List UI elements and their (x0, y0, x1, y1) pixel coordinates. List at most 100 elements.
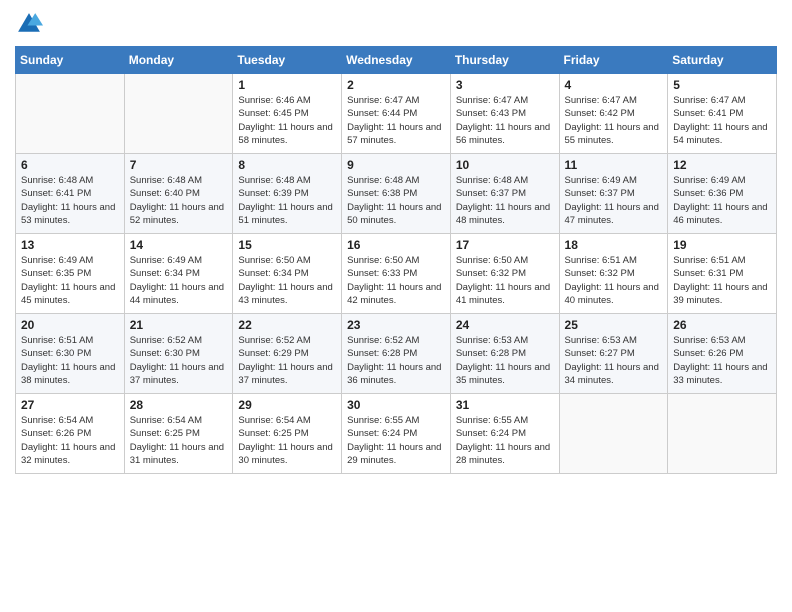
day-number: 12 (673, 158, 771, 172)
week-row-4: 27 Sunrise: 6:54 AM Sunset: 6:26 PM Dayli… (16, 394, 777, 474)
calendar-cell: 9 Sunrise: 6:48 AM Sunset: 6:38 PM Daylig… (342, 154, 451, 234)
calendar-cell: 25 Sunrise: 6:53 AM Sunset: 6:27 PM Dayli… (559, 314, 668, 394)
week-row-1: 6Sunrise: 6:48 AM Sunset: 6:41 PM Daylig… (16, 154, 777, 234)
calendar-cell: 1Sunrise: 6:46 AM Sunset: 6:45 PM Daylig… (233, 74, 342, 154)
cell-content: Sunrise: 6:55 AM Sunset: 6:24 PM Dayligh… (347, 414, 445, 467)
day-number: 10 (456, 158, 554, 172)
cell-content: Sunrise: 6:52 AM Sunset: 6:30 PM Dayligh… (130, 334, 228, 387)
calendar-cell: 13Sunrise: 6:49 AM Sunset: 6:35 PM Dayli… (16, 234, 125, 314)
cell-content: Sunrise: 6:49 AM Sunset: 6:34 PM Dayligh… (130, 254, 228, 307)
header-row: SundayMondayTuesdayWednesdayThursdayFrid… (16, 47, 777, 74)
calendar-cell: 16 Sunrise: 6:50 AM Sunset: 6:33 PM Dayli… (342, 234, 451, 314)
calendar-cell: 4 Sunrise: 6:47 AM Sunset: 6:42 PM Daylig… (559, 74, 668, 154)
cell-content: Sunrise: 6:49 AM Sunset: 6:35 PM Dayligh… (21, 254, 119, 307)
logo (15, 10, 47, 38)
calendar-cell: 21 Sunrise: 6:52 AM Sunset: 6:30 PM Dayli… (124, 314, 233, 394)
calendar-cell: 11 Sunrise: 6:49 AM Sunset: 6:37 PM Dayli… (559, 154, 668, 234)
cell-content: Sunrise: 6:54 AM Sunset: 6:25 PM Dayligh… (238, 414, 336, 467)
day-number: 5 (673, 78, 771, 92)
calendar-cell: 26Sunrise: 6:53 AM Sunset: 6:26 PM Dayli… (668, 314, 777, 394)
calendar-cell: 3Sunrise: 6:47 AM Sunset: 6:43 PM Daylig… (450, 74, 559, 154)
calendar-cell: 8Sunrise: 6:48 AM Sunset: 6:39 PM Daylig… (233, 154, 342, 234)
calendar-cell: 12 Sunrise: 6:49 AM Sunset: 6:36 PM Dayli… (668, 154, 777, 234)
calendar-cell (124, 74, 233, 154)
calendar-cell (16, 74, 125, 154)
page: SundayMondayTuesdayWednesdayThursdayFrid… (0, 0, 792, 612)
day-number: 7 (130, 158, 228, 172)
day-header-tuesday: Tuesday (233, 47, 342, 74)
calendar-cell: 10 Sunrise: 6:48 AM Sunset: 6:37 PM Dayli… (450, 154, 559, 234)
day-number: 21 (130, 318, 228, 332)
day-number: 11 (565, 158, 663, 172)
calendar-cell: 29Sunrise: 6:54 AM Sunset: 6:25 PM Dayli… (233, 394, 342, 474)
day-number: 30 (347, 398, 445, 412)
day-number: 14 (130, 238, 228, 252)
week-row-3: 20 Sunrise: 6:51 AM Sunset: 6:30 PM Dayli… (16, 314, 777, 394)
day-header-wednesday: Wednesday (342, 47, 451, 74)
calendar-cell: 7Sunrise: 6:48 AM Sunset: 6:40 PM Daylig… (124, 154, 233, 234)
day-number: 4 (565, 78, 663, 92)
calendar-cell (668, 394, 777, 474)
calendar-cell: 27 Sunrise: 6:54 AM Sunset: 6:26 PM Dayli… (16, 394, 125, 474)
calendar-cell: 22Sunrise: 6:52 AM Sunset: 6:29 PM Dayli… (233, 314, 342, 394)
calendar-cell: 14 Sunrise: 6:49 AM Sunset: 6:34 PM Dayli… (124, 234, 233, 314)
day-number: 9 (347, 158, 445, 172)
calendar-table: SundayMondayTuesdayWednesdayThursdayFrid… (15, 46, 777, 474)
cell-content: Sunrise: 6:47 AM Sunset: 6:42 PM Dayligh… (565, 94, 663, 147)
day-number: 1 (238, 78, 336, 92)
day-number: 16 (347, 238, 445, 252)
day-header-saturday: Saturday (668, 47, 777, 74)
day-number: 2 (347, 78, 445, 92)
day-number: 3 (456, 78, 554, 92)
week-row-0: 1Sunrise: 6:46 AM Sunset: 6:45 PM Daylig… (16, 74, 777, 154)
calendar-cell: 19 Sunrise: 6:51 AM Sunset: 6:31 PM Dayli… (668, 234, 777, 314)
cell-content: Sunrise: 6:54 AM Sunset: 6:26 PM Dayligh… (21, 414, 119, 467)
header (15, 10, 777, 38)
day-number: 23 (347, 318, 445, 332)
cell-content: Sunrise: 6:52 AM Sunset: 6:29 PM Dayligh… (238, 334, 336, 387)
calendar-cell: 20 Sunrise: 6:51 AM Sunset: 6:30 PM Dayli… (16, 314, 125, 394)
cell-content: Sunrise: 6:50 AM Sunset: 6:33 PM Dayligh… (347, 254, 445, 307)
day-number: 18 (565, 238, 663, 252)
day-header-thursday: Thursday (450, 47, 559, 74)
day-header-sunday: Sunday (16, 47, 125, 74)
day-number: 17 (456, 238, 554, 252)
calendar-cell: 28 Sunrise: 6:54 AM Sunset: 6:25 PM Dayli… (124, 394, 233, 474)
calendar-cell (559, 394, 668, 474)
calendar-cell: 18 Sunrise: 6:51 AM Sunset: 6:32 PM Dayli… (559, 234, 668, 314)
day-number: 26 (673, 318, 771, 332)
cell-content: Sunrise: 6:55 AM Sunset: 6:24 PM Dayligh… (456, 414, 554, 467)
cell-content: Sunrise: 6:51 AM Sunset: 6:30 PM Dayligh… (21, 334, 119, 387)
cell-content: Sunrise: 6:47 AM Sunset: 6:41 PM Dayligh… (673, 94, 771, 147)
day-number: 15 (238, 238, 336, 252)
day-number: 28 (130, 398, 228, 412)
cell-content: Sunrise: 6:48 AM Sunset: 6:39 PM Dayligh… (238, 174, 336, 227)
day-number: 27 (21, 398, 119, 412)
day-number: 25 (565, 318, 663, 332)
calendar-cell: 31 Sunrise: 6:55 AM Sunset: 6:24 PM Dayli… (450, 394, 559, 474)
cell-content: Sunrise: 6:51 AM Sunset: 6:31 PM Dayligh… (673, 254, 771, 307)
cell-content: Sunrise: 6:47 AM Sunset: 6:44 PM Dayligh… (347, 94, 445, 147)
calendar-cell: 23 Sunrise: 6:52 AM Sunset: 6:28 PM Dayli… (342, 314, 451, 394)
cell-content: Sunrise: 6:48 AM Sunset: 6:37 PM Dayligh… (456, 174, 554, 227)
cell-content: Sunrise: 6:49 AM Sunset: 6:36 PM Dayligh… (673, 174, 771, 227)
cell-content: Sunrise: 6:52 AM Sunset: 6:28 PM Dayligh… (347, 334, 445, 387)
calendar-cell: 17Sunrise: 6:50 AM Sunset: 6:32 PM Dayli… (450, 234, 559, 314)
logo-icon (15, 10, 43, 38)
cell-content: Sunrise: 6:48 AM Sunset: 6:38 PM Dayligh… (347, 174, 445, 227)
day-number: 6 (21, 158, 119, 172)
day-number: 31 (456, 398, 554, 412)
day-number: 20 (21, 318, 119, 332)
week-row-2: 13Sunrise: 6:49 AM Sunset: 6:35 PM Dayli… (16, 234, 777, 314)
day-number: 19 (673, 238, 771, 252)
cell-content: Sunrise: 6:54 AM Sunset: 6:25 PM Dayligh… (130, 414, 228, 467)
cell-content: Sunrise: 6:49 AM Sunset: 6:37 PM Dayligh… (565, 174, 663, 227)
calendar-cell: 5 Sunrise: 6:47 AM Sunset: 6:41 PM Daylig… (668, 74, 777, 154)
day-header-monday: Monday (124, 47, 233, 74)
calendar-cell: 6Sunrise: 6:48 AM Sunset: 6:41 PM Daylig… (16, 154, 125, 234)
calendar-cell: 2 Sunrise: 6:47 AM Sunset: 6:44 PM Daylig… (342, 74, 451, 154)
cell-content: Sunrise: 6:51 AM Sunset: 6:32 PM Dayligh… (565, 254, 663, 307)
day-number: 24 (456, 318, 554, 332)
calendar-cell: 15Sunrise: 6:50 AM Sunset: 6:34 PM Dayli… (233, 234, 342, 314)
cell-content: Sunrise: 6:53 AM Sunset: 6:27 PM Dayligh… (565, 334, 663, 387)
